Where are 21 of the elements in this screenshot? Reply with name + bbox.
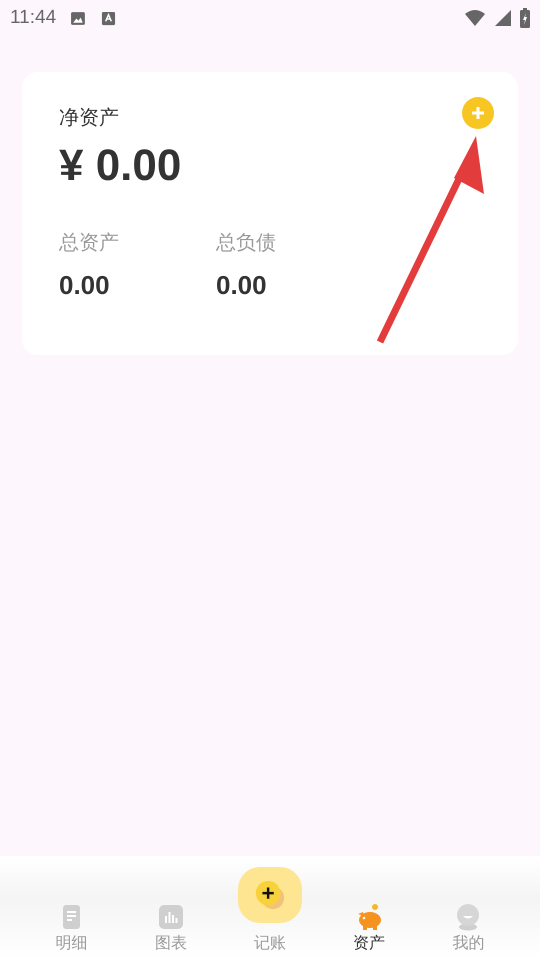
status-time: 11:44 bbox=[10, 7, 56, 29]
wifi-icon bbox=[464, 9, 486, 27]
net-value: ¥ 0.00 bbox=[59, 141, 182, 191]
add-icon bbox=[238, 867, 302, 923]
nav-tab[interactable]: 资产 bbox=[320, 903, 419, 954]
nav-tab[interactable]: 明细 bbox=[22, 903, 122, 954]
add-button[interactable] bbox=[462, 96, 494, 128]
stat-value: 0.00 bbox=[216, 270, 268, 301]
stat-label: 总负债 bbox=[216, 229, 277, 256]
image-icon bbox=[70, 10, 88, 26]
battery-icon bbox=[520, 8, 530, 28]
chart-icon bbox=[156, 903, 185, 931]
nav-tab[interactable]: 我的 bbox=[418, 903, 518, 954]
signal-icon bbox=[494, 9, 512, 27]
nav-tab[interactable]: 图表 bbox=[121, 903, 220, 954]
text-icon bbox=[101, 10, 116, 26]
plus-icon bbox=[462, 96, 494, 128]
card-title: 净资产 bbox=[59, 104, 119, 131]
nav-tab[interactable]: 记账 bbox=[220, 867, 320, 954]
stat-label: 总资产 bbox=[59, 229, 120, 256]
stat-value: 0.00 bbox=[59, 270, 111, 301]
